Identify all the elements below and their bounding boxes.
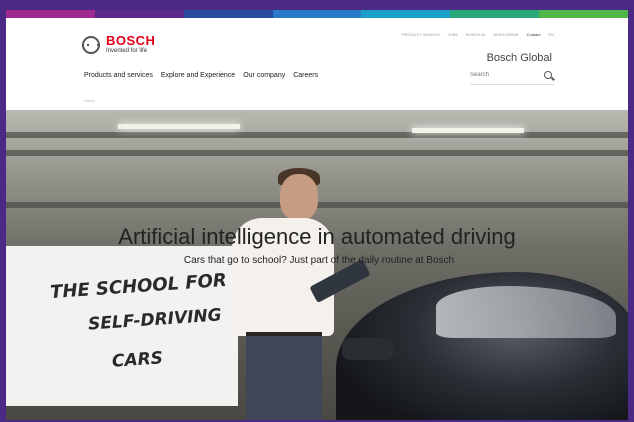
search-input[interactable] — [470, 70, 540, 80]
breadcrumb[interactable]: Home — [84, 98, 95, 103]
ceiling-light — [118, 124, 240, 129]
contact-link[interactable]: Contact — [527, 32, 541, 37]
search-icon[interactable] — [544, 71, 552, 79]
nav-item-careers[interactable]: Careers — [293, 72, 318, 79]
ceiling-light — [412, 128, 524, 133]
whiteboard-text: THE SCHOOL FOR — [49, 269, 228, 304]
site-header: BOSCH Invented for life PRODUCT SEARCH J… — [6, 18, 628, 110]
car-mirror — [342, 338, 394, 360]
nav-item-products[interactable]: Products and services — [84, 72, 153, 79]
brand-name: BOSCH — [106, 33, 156, 48]
utility-nav: PRODUCT SEARCH JOBS BOSCH IN WORLDWIDE C… — [402, 32, 554, 37]
color-stripe — [361, 10, 451, 18]
nav-item-company[interactable]: Our company — [243, 72, 285, 79]
hero-title: Artificial intelligence in automated dri… — [118, 224, 516, 249]
whiteboard-text: SELF-DRIVING — [87, 305, 223, 335]
language-selector[interactable]: EN — [548, 32, 554, 37]
whiteboard: THE SCHOOL FOR SELF-DRIVING CARS — [6, 246, 238, 406]
utility-link[interactable]: PRODUCT SEARCH — [402, 32, 440, 37]
color-stripe — [6, 10, 95, 18]
ceiling-beam — [6, 150, 628, 156]
color-stripe — [94, 10, 184, 18]
nav-item-explore[interactable]: Explore and Experience — [161, 72, 235, 79]
search-box — [470, 70, 554, 85]
site-title[interactable]: Bosch Global — [487, 52, 552, 64]
brand-tagline: Invented for life — [106, 48, 148, 54]
hero-banner: THE SCHOOL FOR SELF-DRIVING CARS Artific… — [6, 110, 628, 420]
whiteboard-text: CARS — [111, 348, 164, 372]
person-jeans — [246, 336, 322, 420]
bosch-logo[interactable]: BOSCH Invented for life — [82, 34, 155, 55]
person-head — [280, 174, 318, 220]
color-stripe — [539, 10, 628, 18]
color-stripe — [450, 10, 540, 18]
hero-subtitle: Cars that go to school? Just part of the… — [183, 255, 455, 266]
browser-viewport: BOSCH Invented for life PRODUCT SEARCH J… — [6, 10, 628, 420]
bosch-armature-icon — [82, 35, 100, 54]
ceiling-beam — [6, 132, 628, 138]
utility-link[interactable]: JOBS — [448, 32, 458, 37]
main-navigation: Products and services Explore and Experi… — [84, 72, 318, 79]
utility-link[interactable]: WORLDWIDE — [493, 32, 518, 37]
color-stripe — [183, 10, 273, 18]
brand-color-bar — [6, 10, 628, 18]
color-stripe — [272, 10, 362, 18]
utility-link[interactable]: BOSCH IN — [466, 32, 485, 37]
